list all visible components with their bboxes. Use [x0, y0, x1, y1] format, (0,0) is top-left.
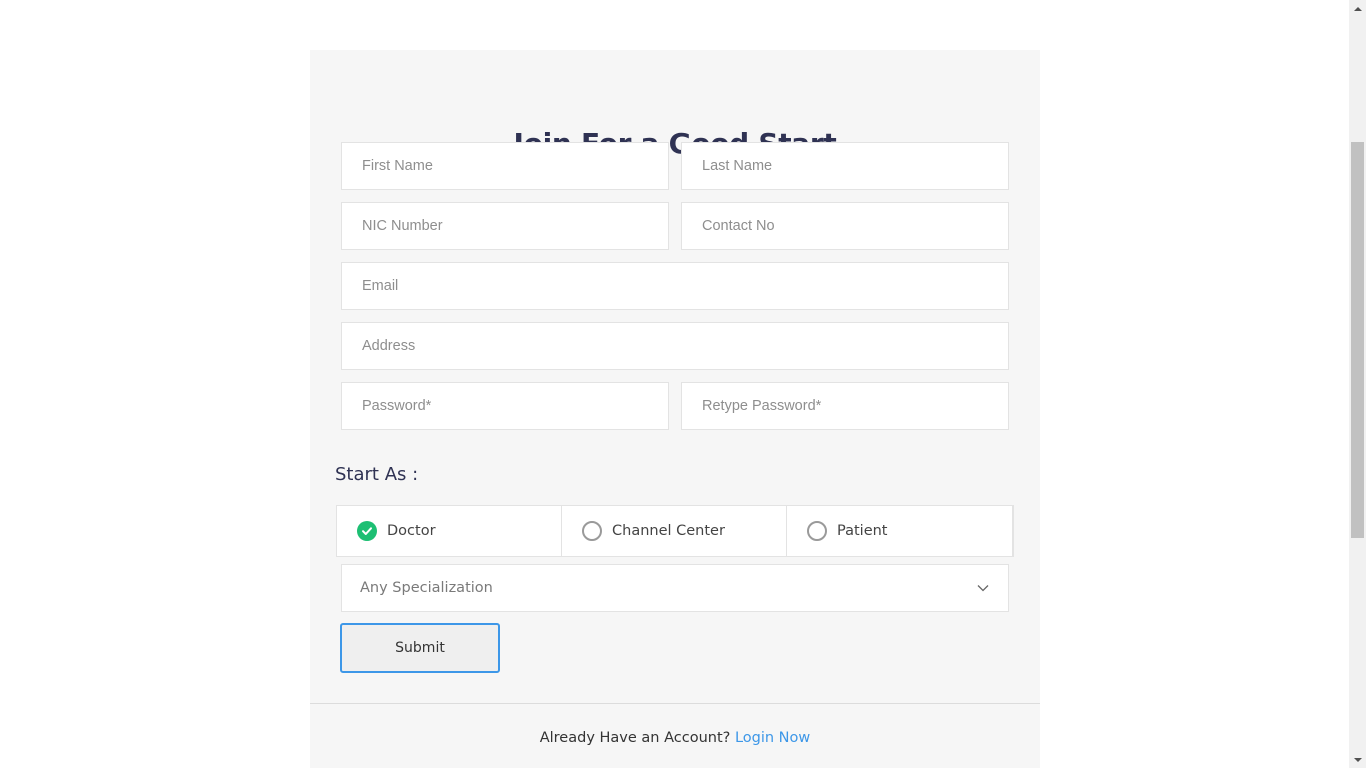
- specialization-selected-value: Any Specialization: [360, 580, 493, 596]
- retype-password-input[interactable]: [681, 382, 1009, 430]
- radio-unchecked-icon[interactable]: [582, 521, 602, 541]
- role-label: Channel Center: [612, 523, 725, 539]
- chevron-down-icon: [977, 585, 989, 592]
- email-input[interactable]: [341, 262, 1009, 310]
- contact-no-input[interactable]: [681, 202, 1009, 250]
- vertical-scrollbar[interactable]: [1349, 0, 1366, 768]
- radio-checked-icon[interactable]: [357, 521, 377, 541]
- check-icon: [362, 527, 372, 535]
- role-label: Doctor: [387, 523, 436, 539]
- login-now-link[interactable]: Login Now: [735, 730, 810, 746]
- scroll-up-arrow-icon[interactable]: [1349, 0, 1366, 17]
- start-as-label: Start As :: [335, 464, 419, 485]
- first-name-input[interactable]: [341, 142, 669, 190]
- scroll-down-arrow-icon[interactable]: [1349, 751, 1366, 768]
- page: Join For a Good Start Start As : Doctor …: [0, 0, 1366, 768]
- radio-unchecked-icon[interactable]: [807, 521, 827, 541]
- scrollbar-thumb[interactable]: [1351, 142, 1364, 538]
- role-option-channel-center[interactable]: Channel Center: [562, 506, 787, 556]
- role-option-patient[interactable]: Patient: [787, 506, 1013, 556]
- password-input[interactable]: [341, 382, 669, 430]
- address-input[interactable]: [341, 322, 1009, 370]
- role-radio-group: Doctor Channel Center Patient: [336, 505, 1014, 557]
- role-option-doctor[interactable]: Doctor: [337, 506, 562, 556]
- specialization-select[interactable]: Any Specialization: [341, 564, 1009, 612]
- last-name-input[interactable]: [681, 142, 1009, 190]
- submit-button[interactable]: Submit: [340, 623, 500, 673]
- nic-number-input[interactable]: [341, 202, 669, 250]
- login-prompt-text: Already Have an Account?: [539, 730, 731, 746]
- login-prompt: Already Have an Account? Login Now: [310, 727, 1040, 749]
- role-label: Patient: [837, 523, 888, 539]
- footer-divider: [310, 703, 1040, 704]
